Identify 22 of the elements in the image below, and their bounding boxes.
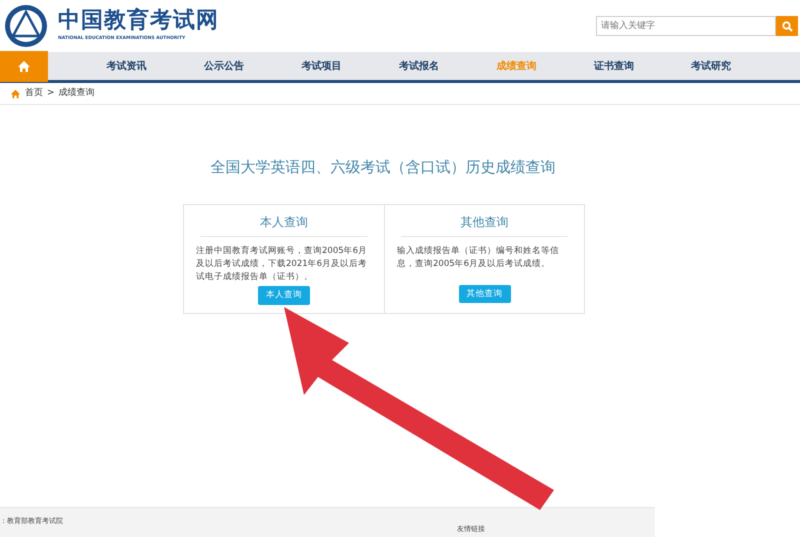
site-title: 中国教育考试网 (58, 10, 219, 32)
option-title: 其他查询 (401, 212, 568, 236)
nav-tab[interactable]: 考试报名 (398, 58, 439, 74)
search-button[interactable] (776, 16, 798, 36)
search-icon (782, 20, 792, 32)
search-field[interactable]: 请输入关键字 (596, 16, 776, 36)
option-title: 本人查询 (200, 212, 368, 236)
breadcrumb-separator: > (47, 86, 55, 100)
breadcrumb-link[interactable]: 首页 (25, 86, 43, 100)
nav-tab[interactable]: 考试研究 (691, 58, 732, 74)
home-icon (17, 60, 31, 72)
nav-tab[interactable]: 公示公告 (204, 58, 244, 74)
home-icon (10, 88, 21, 98)
option-description: 注册中国教育考试网账号，查询2005年6月及以后考试成绩，下载2021年6月及以后考试电子成绩报告单（证书）。 (196, 244, 368, 284)
option-description: 输入成绩报告单（证书）编号和姓名等信息，查询2005年6月及以后考试成绩。 (397, 244, 560, 271)
nav-tab[interactable]: 考试项目 (302, 58, 342, 74)
breadcrumb-current: 成绩查询 (58, 86, 95, 100)
emblem-logo-icon (2, 4, 50, 48)
nav-tab[interactable]: 证书查询 (594, 58, 634, 74)
home-button[interactable] (0, 50, 48, 82)
page-title: 全国大学英语四、六级考试（含口试）历史成绩查询 (210, 157, 556, 178)
nav-tab[interactable]: 考试资讯 (106, 58, 147, 74)
